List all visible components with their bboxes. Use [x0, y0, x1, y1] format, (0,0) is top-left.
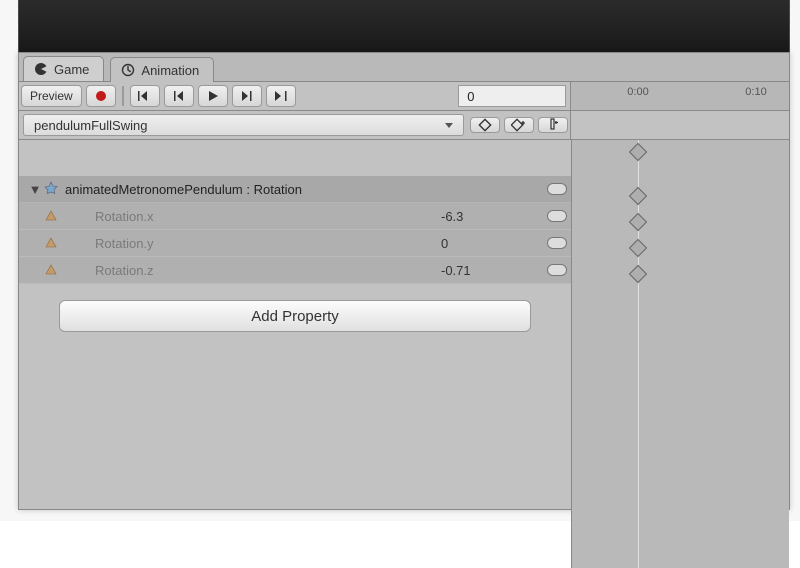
property-child-row[interactable]: Rotation.z -0.71 [19, 257, 571, 284]
clip-row: pendulumFullSwing [19, 111, 789, 140]
play-button[interactable] [198, 85, 228, 107]
context-icon [547, 237, 567, 249]
diamond-plus-icon [511, 118, 527, 132]
keyframe[interactable] [629, 187, 647, 205]
pacman-icon [34, 62, 48, 76]
animation-window: Game Animation Preview [18, 52, 790, 510]
dopesheet[interactable] [572, 140, 789, 568]
property-context-button[interactable] [543, 183, 571, 195]
dopesheet-panel [571, 140, 789, 568]
tab-bar: Game Animation [19, 53, 789, 82]
current-frame-field[interactable]: 0 [458, 85, 566, 107]
transform-icon [43, 262, 59, 278]
preview-label: Preview [30, 89, 73, 103]
goto-start-icon [137, 90, 153, 102]
clock-icon [121, 63, 135, 77]
tab-animation-label: Animation [141, 63, 199, 78]
property-name: Rotation.z [65, 263, 441, 278]
keyframe[interactable] [629, 239, 647, 257]
context-icon [547, 264, 567, 276]
property-list-panel: ▼ animatedMetronomePendulum : Rotation [19, 140, 571, 568]
goto-start-button[interactable] [130, 85, 160, 107]
next-key-icon [240, 90, 254, 102]
prev-key-icon [172, 90, 186, 102]
property-name: animatedMetronomePendulum : Rotation [65, 182, 441, 197]
event-marker-icon [547, 118, 559, 132]
foldout-toggle[interactable]: ▼ [27, 182, 43, 197]
goto-end-button[interactable] [266, 85, 296, 107]
tab-animation[interactable]: Animation [110, 57, 214, 82]
add-property-label: Add Property [251, 308, 339, 325]
current-frame-value: 0 [467, 89, 474, 104]
property-value[interactable]: -0.71 [441, 263, 543, 278]
transform-icon [43, 235, 59, 251]
prev-key-button[interactable] [164, 85, 194, 107]
next-key-button[interactable] [232, 85, 262, 107]
property-value[interactable]: -6.3 [441, 209, 543, 224]
add-property-button[interactable]: Add Property [59, 300, 531, 332]
context-icon [547, 210, 567, 222]
goto-end-icon [273, 90, 289, 102]
property-context-button[interactable] [543, 210, 571, 222]
clip-dropdown[interactable]: pendulumFullSwing [23, 114, 464, 136]
clip-name: pendulumFullSwing [34, 118, 147, 133]
add-keyframe-button[interactable] [504, 117, 534, 133]
property-name: Rotation.x [65, 209, 441, 224]
property-child-row[interactable]: Rotation.x -6.3 [19, 203, 571, 230]
scene-viewport [18, 0, 790, 53]
ruler-tick: 0:00 [627, 86, 648, 98]
filter-by-selection-button[interactable] [470, 117, 500, 133]
add-event-button[interactable] [538, 117, 568, 133]
ruler-tick: 0:10 [745, 86, 766, 98]
keyframe[interactable] [629, 143, 647, 161]
transport-toolbar: Preview [19, 82, 789, 111]
keyframe[interactable] [629, 213, 647, 231]
separator [122, 86, 124, 106]
event-lane[interactable] [570, 111, 789, 139]
transform-icon [43, 208, 59, 224]
property-context-button[interactable] [543, 264, 571, 276]
record-button[interactable] [86, 85, 116, 107]
tab-game-label: Game [54, 62, 89, 77]
property-context-button[interactable] [543, 237, 571, 249]
preview-toggle[interactable]: Preview [21, 85, 82, 107]
time-ruler[interactable]: 0:00 0:10 [570, 82, 789, 111]
property-child-row[interactable]: Rotation.y 0 [19, 230, 571, 257]
play-icon [207, 90, 219, 102]
keyframe[interactable] [629, 265, 647, 283]
record-icon [93, 88, 109, 104]
context-icon [547, 183, 567, 195]
property-name: Rotation.y [65, 236, 441, 251]
transform-icon [43, 181, 59, 197]
property-value[interactable]: 0 [441, 236, 543, 251]
diamond-icon [478, 118, 492, 132]
property-header-row[interactable]: ▼ animatedMetronomePendulum : Rotation [19, 176, 571, 203]
tab-game[interactable]: Game [23, 56, 104, 81]
